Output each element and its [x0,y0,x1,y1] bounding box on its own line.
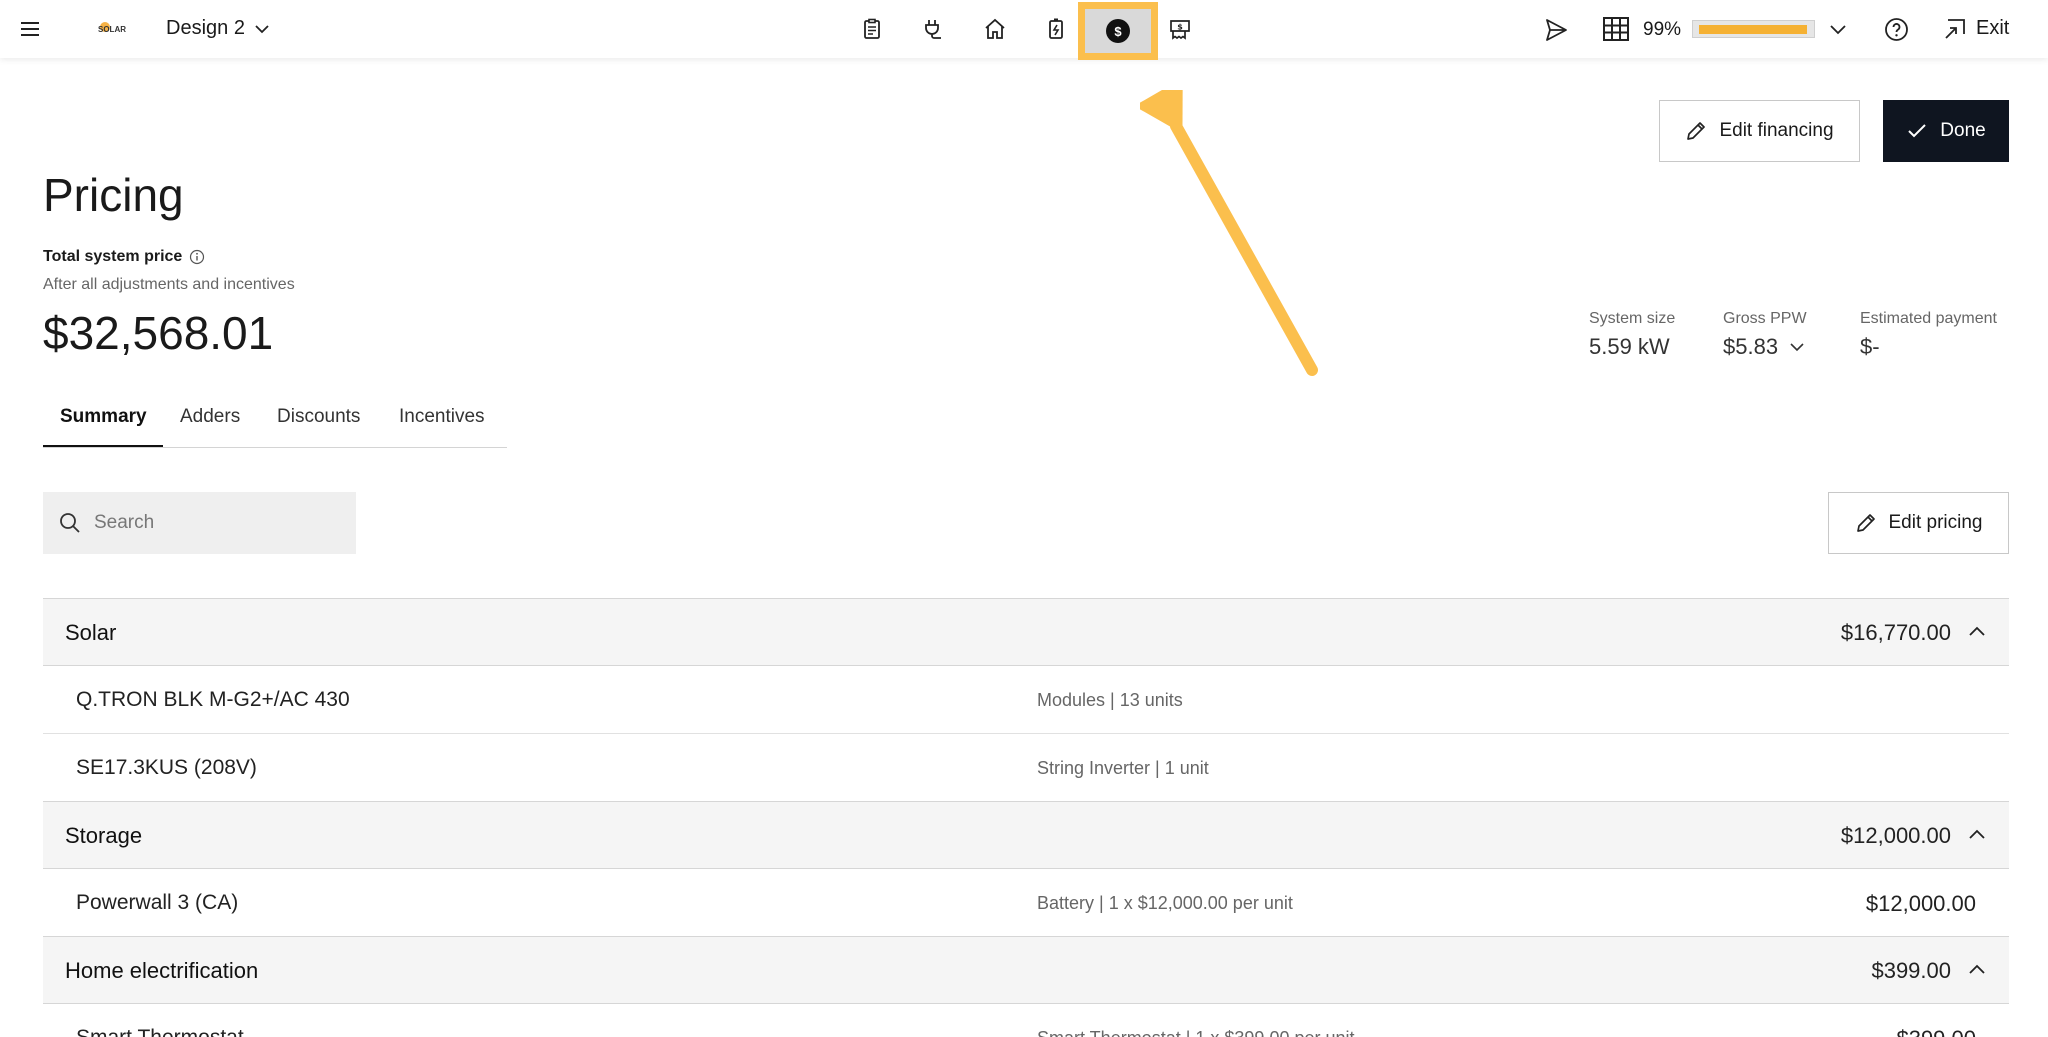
company-logo: SOLAR [96,17,128,41]
edit-pricing-button[interactable]: Edit pricing [1828,492,2009,554]
progress-bar [1692,20,1815,38]
metric-estimated-payment: Estimated payment $- [1860,310,1997,359]
chevron-up-icon[interactable] [1967,960,1987,980]
group-row-storage[interactable]: Storage $12,000.00 [43,801,2009,869]
edit-pricing-label: Edit pricing [1888,512,1983,533]
tab-discounts[interactable]: Discounts [277,406,360,428]
done-label: Done [1940,120,1986,141]
top-bar: SOLAR Design 2 $ $ 99% Exit [0,0,2048,60]
progress-fill [1699,25,1807,34]
plug-icon[interactable] [917,13,949,45]
exit-icon [1945,18,1965,39]
clipboard-icon[interactable] [856,13,888,45]
callout-arrow [1140,90,1318,376]
total-price-label: Total system price [43,248,205,266]
pricing-tabs: Summary Adders Discounts Incentives [43,398,507,448]
search-icon [60,513,80,533]
hamburger-menu-icon[interactable] [19,18,41,40]
chevron-down-icon[interactable] [1828,19,1848,39]
send-icon[interactable] [1543,17,1569,43]
metric-gross-ppw[interactable]: Gross PPW $5.83 [1723,310,1807,360]
metric-system-size: System size 5.59 kW [1589,310,1676,359]
table-row: Q.TRON BLK M-G2+/AC 430 Modules | 13 uni… [43,666,2009,734]
grid-icon[interactable] [1602,16,1630,42]
page-title: Pricing [43,169,184,221]
active-tab-indicator [43,445,163,447]
design-name: Design 2 [166,17,245,39]
home-icon[interactable] [979,13,1011,45]
edit-financing-button[interactable]: Edit financing [1659,100,1860,162]
total-price-value: $32,568.01 [43,307,274,359]
help-icon[interactable] [1884,17,1909,42]
group-row-solar[interactable]: Solar $16,770.00 [43,598,2009,666]
design-selector[interactable]: Design 2 [166,17,271,40]
dollar-coin-icon[interactable]: $ [1078,2,1158,60]
exit-button[interactable]: Exit [1944,17,2009,40]
table-row: SE17.3KUS (208V) String Inverter | 1 uni… [43,734,2009,802]
chevron-up-icon[interactable] [1967,622,1987,642]
svg-text:$: $ [1177,23,1183,32]
zoom-percent: 99% [1643,19,1682,40]
chevron-down-icon [255,24,269,33]
total-price-subtitle: After all adjustments and incentives [43,276,295,293]
check-icon [1908,124,1926,138]
table-row: Smart Thermostat Smart Thermostat | 1 x … [43,1004,2009,1037]
info-icon[interactable] [189,249,205,265]
search-input[interactable] [94,512,334,534]
receipt-icon[interactable]: $ [1164,13,1196,45]
tab-summary[interactable]: Summary [60,406,147,428]
pencil-icon [1687,122,1706,140]
pencil-icon [1856,514,1875,532]
tab-adders[interactable]: Adders [180,406,240,428]
group-row-home-electrification[interactable]: Home electrification $399.00 [43,936,2009,1004]
table-row: Powerwall 3 (CA) Battery | 1 x $12,000.0… [43,869,2009,937]
done-button[interactable]: Done [1883,100,2009,162]
search-box[interactable] [43,492,356,554]
chevron-down-icon [1790,343,1804,352]
tab-incentives[interactable]: Incentives [399,406,485,428]
exit-label: Exit [1976,17,2010,39]
battery-icon[interactable] [1040,13,1072,45]
chevron-up-icon[interactable] [1967,825,1987,845]
edit-financing-label: Edit financing [1719,120,1834,141]
